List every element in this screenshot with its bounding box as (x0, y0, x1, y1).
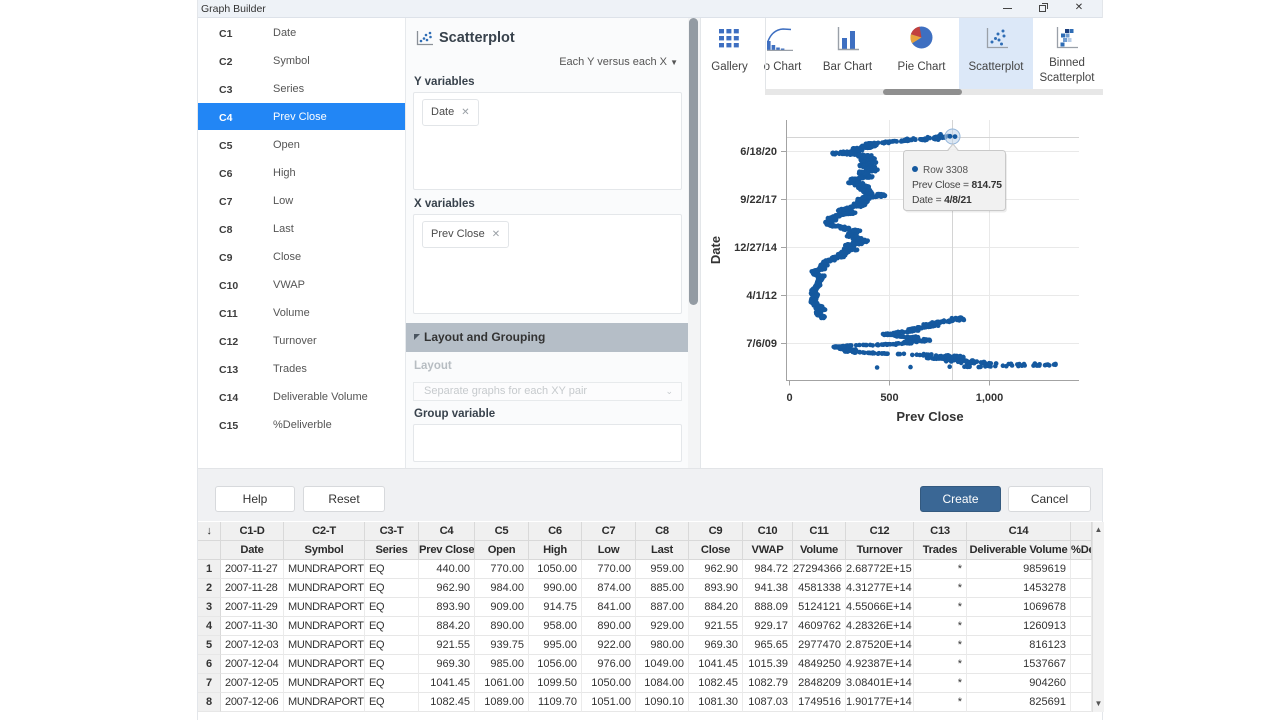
svg-text:Row 3308: Row 3308 (923, 165, 968, 176)
svg-text:Prev Close: Prev Close (896, 409, 963, 424)
svg-text:6/18/20: 6/18/20 (740, 146, 777, 158)
svg-text:12/27/14: 12/27/14 (734, 242, 778, 254)
svg-text:7/6/09: 7/6/09 (746, 338, 777, 350)
svg-text:4/1/12: 4/1/12 (746, 290, 777, 302)
svg-text:1,000: 1,000 (976, 392, 1004, 404)
svg-text:Date: Date (708, 236, 723, 264)
svg-text:Prev Close = 814.75: Prev Close = 814.75 (912, 180, 1002, 191)
svg-text:500: 500 (880, 392, 898, 404)
svg-text:9/22/17: 9/22/17 (740, 194, 777, 206)
svg-text:0: 0 (786, 392, 792, 404)
svg-text:Date = 4/8/21: Date = 4/8/21 (912, 195, 972, 206)
